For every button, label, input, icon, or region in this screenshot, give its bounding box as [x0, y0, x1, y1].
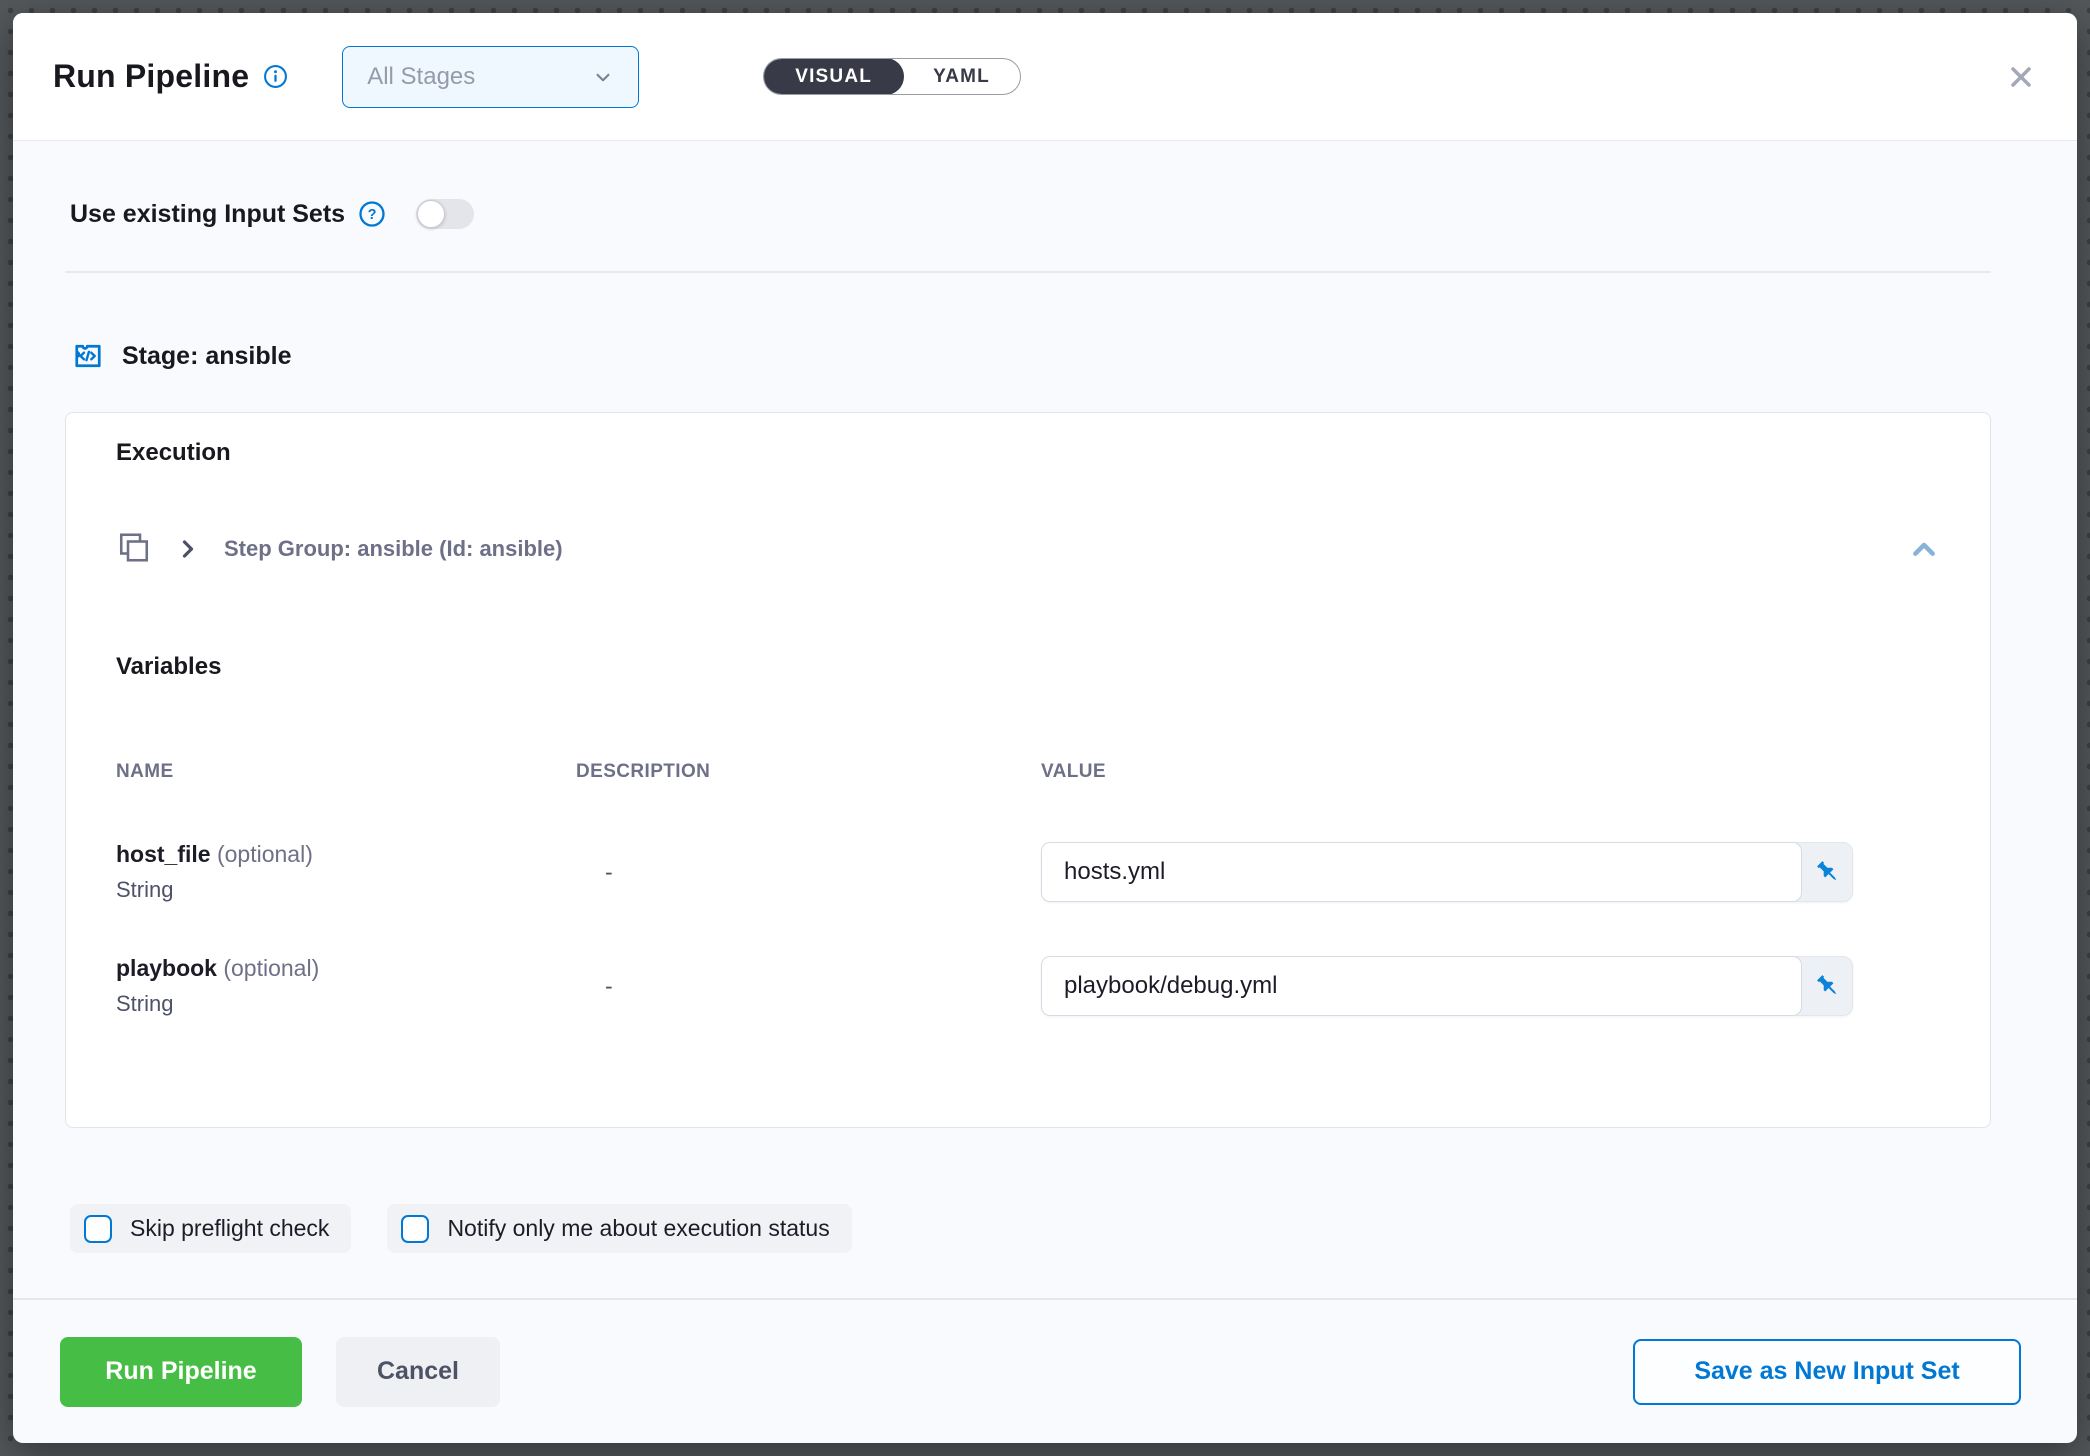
- variable-name: playbook: [116, 955, 217, 981]
- dialog-body: Use existing Input Sets ?: [13, 141, 2077, 1259]
- save-as-new-input-set-button[interactable]: Save as New Input Set: [1633, 1339, 2021, 1405]
- chevron-up-icon[interactable]: [1908, 533, 1940, 565]
- variable-type: String: [116, 991, 576, 1017]
- variables-title: Variables: [116, 653, 1940, 681]
- step-group-row[interactable]: Step Group: ansible (Id: ansible): [116, 529, 1940, 569]
- stage-title: Stage: ansible: [122, 342, 292, 371]
- pin-icon[interactable]: [1803, 957, 1852, 1015]
- step-group-icon: [116, 531, 152, 567]
- notify-me-label: Notify only me about execution status: [447, 1215, 829, 1242]
- visual-yaml-toggle: VISUAL YAML: [763, 58, 1021, 95]
- notify-me-checkbox[interactable]: [401, 1215, 429, 1243]
- skip-preflight-checkbox[interactable]: [84, 1215, 112, 1243]
- stage-select-dropdown[interactable]: All Stages: [342, 46, 639, 108]
- table-row: host_file (optional) String -: [116, 841, 1940, 903]
- variable-qualifier: (optional): [223, 955, 319, 981]
- run-pipeline-button[interactable]: Run Pipeline: [60, 1337, 302, 1407]
- run-options-row: Skip preflight check Notify only me abou…: [52, 1204, 1991, 1253]
- use-existing-input-sets-row: Use existing Input Sets ?: [52, 192, 1991, 236]
- variable-value-field: [1041, 956, 1853, 1016]
- custom-stage-icon: [70, 338, 106, 374]
- step-group-label: Step Group: ansible (Id: ansible): [224, 536, 563, 562]
- stage-row: Stage: ansible: [52, 336, 1991, 376]
- execution-title: Execution: [116, 439, 1940, 467]
- info-icon[interactable]: [263, 64, 288, 89]
- pin-icon[interactable]: [1803, 843, 1852, 901]
- notify-me-option[interactable]: Notify only me about execution status: [387, 1204, 851, 1253]
- table-header-row: NAME DESCRIPTION VALUE: [116, 761, 1940, 783]
- execution-card: Execution Step Group: ansible (Id: ansib…: [65, 412, 1991, 1128]
- use-existing-input-sets-label: Use existing Input Sets: [70, 200, 345, 229]
- variable-name-cell: host_file (optional) String: [116, 841, 576, 903]
- toggle-knob: [417, 200, 445, 228]
- close-icon[interactable]: [2005, 61, 2037, 93]
- help-icon[interactable]: ?: [358, 200, 386, 228]
- column-header-value: VALUE: [1041, 761, 1940, 783]
- column-header-description: DESCRIPTION: [576, 761, 1041, 783]
- dialog-header: Run Pipeline All Stages VISUAL YAML: [13, 13, 2077, 141]
- dialog-footer: Run Pipeline Cancel Save as New Input Se…: [13, 1300, 2077, 1443]
- stage-select-value: All Stages: [367, 63, 475, 91]
- variable-description: -: [576, 973, 1041, 1000]
- variable-type: String: [116, 877, 576, 903]
- page-title: Run Pipeline: [53, 58, 249, 95]
- skip-preflight-option[interactable]: Skip preflight check: [70, 1204, 351, 1253]
- playbook-input[interactable]: [1041, 956, 1802, 1016]
- section-divider: [65, 271, 1991, 273]
- cancel-button[interactable]: Cancel: [336, 1337, 500, 1407]
- variable-description: -: [576, 859, 1041, 886]
- chevron-right-icon[interactable]: [176, 537, 200, 561]
- host-file-input[interactable]: [1041, 842, 1802, 902]
- tab-visual[interactable]: VISUAL: [763, 58, 904, 95]
- table-row: playbook (optional) String -: [116, 955, 1940, 1017]
- variables-table: NAME DESCRIPTION VALUE host_file (option…: [116, 761, 1940, 1017]
- skip-preflight-label: Skip preflight check: [130, 1215, 329, 1242]
- variable-name-cell: playbook (optional) String: [116, 955, 576, 1017]
- chevron-down-icon: [590, 64, 616, 90]
- variable-name: host_file: [116, 841, 211, 867]
- column-header-name: NAME: [116, 761, 576, 783]
- variable-qualifier: (optional): [217, 841, 313, 867]
- input-sets-toggle[interactable]: [416, 199, 474, 229]
- variable-value-field: [1041, 842, 1853, 902]
- svg-text:?: ?: [368, 207, 377, 223]
- tab-yaml[interactable]: YAML: [903, 59, 1020, 94]
- run-pipeline-dialog: Run Pipeline All Stages VISUAL YAML: [13, 13, 2077, 1443]
